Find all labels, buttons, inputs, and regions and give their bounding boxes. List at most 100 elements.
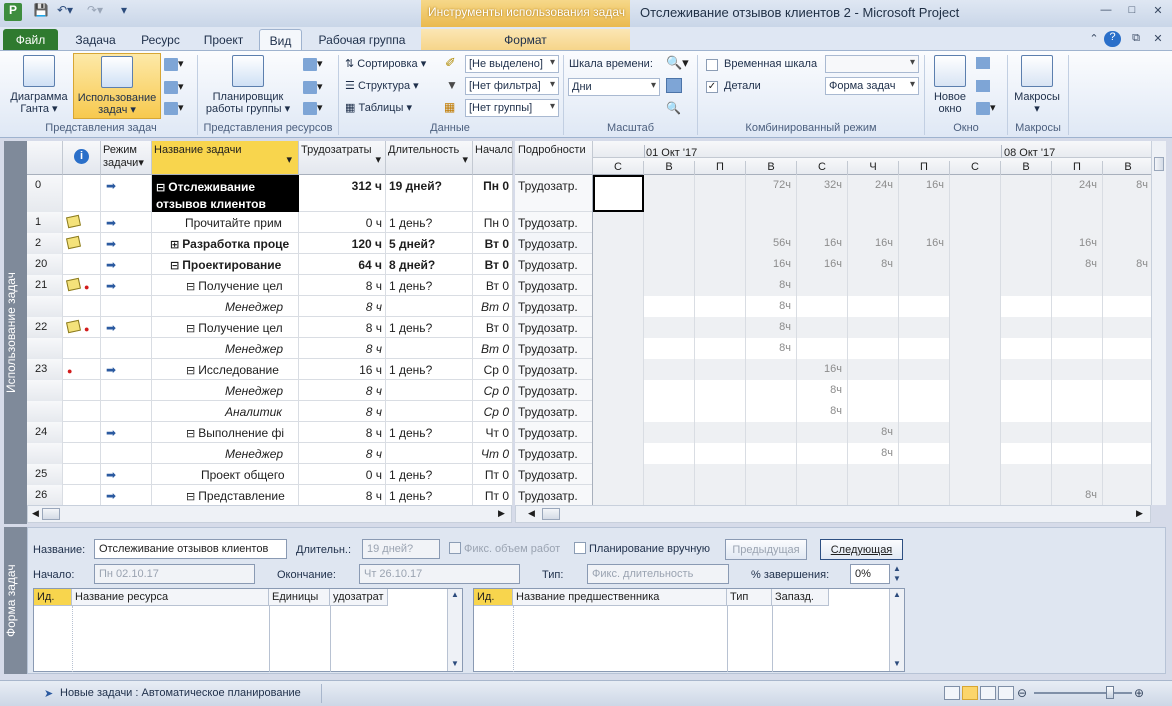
assignment-row[interactable]: Аналитик 8 ч Ср 0 [27,401,513,422]
timescale-cell[interactable] [1103,233,1151,254]
sort-button[interactable]: ⇅ Сортировка ▾ [345,57,426,70]
timescale-cell[interactable] [593,254,644,275]
row-id[interactable] [27,443,63,464]
indicators-header[interactable]: i [63,141,101,175]
timescale-cell[interactable]: 8ч [797,380,848,401]
other-views-icon[interactable]: ▾ [164,101,188,117]
timescale-cell[interactable] [899,464,950,485]
task-name-cell[interactable]: ⊟ Исследование [152,359,299,380]
task-name-cell[interactable]: Менеджер [152,443,299,464]
timescale-cell[interactable] [644,317,695,338]
view-bar-task-usage[interactable]: Использование задач [4,141,27,524]
timescale-cell[interactable] [950,233,1001,254]
start-cell[interactable]: Ср 0 [473,401,513,422]
work-cell[interactable]: 8 ч [299,296,386,317]
overallocated-icon[interactable]: ● [67,366,72,376]
timescale-cell[interactable] [950,359,1001,380]
timescale-cell[interactable] [593,401,644,422]
task-row[interactable]: 26 ➡ ⊟ Представление 8 ч1 день? Пт 0 [27,485,513,505]
task-row[interactable]: 20 ➡ ⊟ Проектирование 64 ч8 дней? Вт 0 [27,254,513,275]
timescale-cell[interactable] [950,464,1001,485]
timescale-cell[interactable] [950,275,1001,296]
zoom-in-icon[interactable]: ⊕ [1134,686,1144,700]
timescale-cell[interactable] [797,212,848,233]
note-icon[interactable] [65,235,82,250]
entire-project-icon[interactable] [666,78,682,93]
scroll-up-icon[interactable]: ▲ [451,590,459,599]
work-cell[interactable]: 120 ч [299,233,386,254]
hide-window-icon[interactable]: ▾ [976,101,1002,115]
note-icon[interactable] [65,277,82,292]
timescale-cell[interactable] [593,485,644,505]
timescale-cell[interactable] [899,422,950,443]
timescale-cell[interactable] [899,212,950,233]
task-row[interactable]: 21 ● ➡ ⊟ Получение цел 8 ч1 день? Вт 0 [27,275,513,296]
timescale-cell[interactable] [899,485,950,505]
timescale-cell[interactable] [695,212,746,233]
timescale-cell[interactable] [899,338,950,359]
name-field[interactable]: Отслеживание отзывов клиентов [94,539,287,559]
select-all-corner[interactable] [27,141,63,175]
calendar-icon[interactable]: ▾ [164,80,188,96]
timescale-cell[interactable] [899,254,950,275]
finish-field[interactable]: Чт 26.10.17 [359,564,520,584]
timescale-cell[interactable]: 16ч [899,175,950,212]
timescale-cell[interactable] [695,443,746,464]
timescale-cell[interactable]: 24ч [848,175,899,212]
timescale-cell[interactable] [1103,380,1151,401]
timescale-cell[interactable]: 24ч [1052,175,1103,212]
start-cell[interactable]: Ср 0 [473,359,513,380]
team-planner-button[interactable]: Планировщик работы группы ▾ [202,55,294,115]
start-cell[interactable]: Ср 0 [473,380,513,401]
start-cell[interactable]: Чт 0 [473,443,513,464]
timescale-cell[interactable]: 8ч [848,443,899,464]
timescale-cell[interactable] [899,359,950,380]
work-cell[interactable]: 8 ч [299,443,386,464]
work-cell[interactable]: 8 ч [299,422,386,443]
timescale-cell[interactable] [1052,401,1103,422]
resource-other-icon[interactable]: ▾ [303,101,329,117]
start-cell[interactable]: Вт 0 [473,317,513,338]
timescale-cell[interactable] [1001,359,1052,380]
timescale-cell[interactable] [1103,464,1151,485]
percent-complete-field[interactable]: 0% [850,564,890,584]
task-row[interactable]: 24 ➡ ⊟ Выполнение фі 8 ч1 день? Чт 0 [27,422,513,443]
zoom-out-icon[interactable]: ⊖ [1017,686,1027,700]
work-cell[interactable]: 8 ч [299,317,386,338]
timescale-cell[interactable] [746,212,797,233]
grid-horizontal-scrollbar[interactable]: ◀ ▶ [27,505,512,523]
scroll-left-icon[interactable]: ◀ [528,508,535,519]
collapse-ribbon-icon[interactable]: ⌃ [1084,32,1104,48]
timescale-cell[interactable] [950,175,1001,212]
expand-icon[interactable]: ⊞ [170,239,182,251]
timescale-cell[interactable] [1001,175,1052,212]
task-row[interactable]: 1 ➡ Прочитайте прим 0 ч1 день? Пн 0 [27,212,513,233]
task-type-field[interactable]: Фикс. длительность [587,564,729,584]
timescale-cell[interactable] [1103,485,1151,505]
selected-tasks-icon[interactable]: 🔍 [666,101,681,115]
timescale-cell[interactable] [746,380,797,401]
details-checkbox[interactable]: ✓ [706,81,718,93]
timescale-cell[interactable]: 8ч [848,254,899,275]
row-id[interactable] [27,338,63,359]
timescale-cell[interactable] [644,296,695,317]
assignment-row[interactable]: Менеджер 8 ч Ср 0 [27,380,513,401]
timescale-cell[interactable] [695,401,746,422]
timescale-cell[interactable] [593,380,644,401]
tab-project[interactable]: Проект [196,29,251,50]
note-icon[interactable] [65,319,82,334]
arrange-all-icon[interactable] [976,80,990,92]
maximize-icon[interactable]: □ [1122,4,1142,20]
timescale-cell[interactable] [593,175,644,212]
timescale-cell[interactable] [644,254,695,275]
timescale-horizontal-scrollbar[interactable]: ◀ ▶ [515,505,1151,523]
row-id[interactable]: 26 [27,485,63,505]
timescale-cell[interactable]: 8ч [1103,175,1151,212]
duration-cell[interactable]: 1 день? [386,212,473,233]
new-window-button[interactable]: Новое окно [928,55,972,115]
task-row[interactable]: 23 ● ➡ ⊟ Исследование 16 ч1 день? Ср 0 [27,359,513,380]
duration-cell[interactable] [386,443,473,464]
start-cell[interactable]: Чт 0 [473,422,513,443]
timescale-cell[interactable] [644,485,695,505]
timescale-cell[interactable] [1052,380,1103,401]
